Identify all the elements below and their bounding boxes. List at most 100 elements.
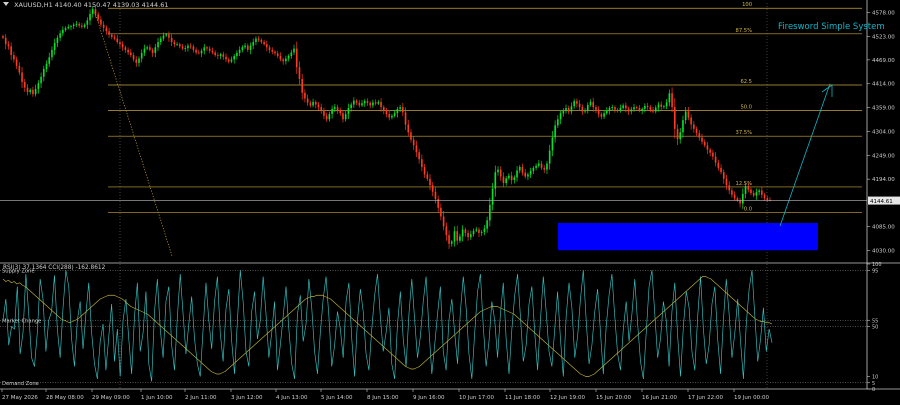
- candle-body: [165, 34, 168, 36]
- candle-body: [293, 48, 295, 53]
- time-tick-label: 3 Jun 12:00: [231, 395, 263, 401]
- candle-body: [475, 229, 478, 231]
- candle-body: [641, 108, 643, 111]
- time-tick-label: 17 Jun 22:00: [688, 395, 723, 401]
- candle-body: [486, 220, 488, 229]
- candle-body: [91, 9, 94, 14]
- candle-body: [279, 55, 282, 60]
- candle-body: [37, 83, 40, 89]
- candle-body: [151, 49, 154, 53]
- candle-body: [421, 159, 423, 168]
- candle-body: [173, 42, 176, 45]
- candle-body: [45, 63, 48, 69]
- candle-body: [81, 25, 83, 27]
- candle-body: [189, 45, 192, 47]
- candle-body: [627, 108, 630, 112]
- candle-body: [372, 102, 374, 106]
- chevron-down-icon[interactable]: [3, 2, 9, 6]
- candle-body: [113, 36, 116, 39]
- candle-body: [565, 108, 567, 111]
- candle-body: [282, 59, 284, 62]
- symbol-name: XAUUSD,H1: [14, 1, 53, 9]
- demand-rectangle-shape[interactable]: [558, 222, 818, 251]
- candle-body: [578, 103, 581, 108]
- candle-body: [255, 38, 257, 43]
- time-tick-label: 19 Jun 00:00: [734, 395, 769, 401]
- candle-body: [159, 38, 162, 43]
- candle-body: [40, 76, 42, 84]
- oscillator-tick-label: 50: [872, 325, 878, 331]
- oscillator-tick-label: 95: [872, 268, 878, 274]
- candle-body: [665, 102, 668, 107]
- candle-body: [570, 106, 573, 112]
- candle-body: [456, 231, 459, 241]
- candle-body: [418, 152, 420, 160]
- fib-level-label: 37.5%: [736, 130, 753, 136]
- candle-body: [42, 68, 45, 77]
- candle-body: [537, 163, 540, 166]
- candle-body: [260, 39, 263, 43]
- candle-body: [722, 172, 725, 179]
- candle-body: [334, 107, 336, 109]
- candle-body: [464, 229, 467, 233]
- candle-body: [731, 190, 733, 195]
- candle-body: [15, 59, 18, 66]
- candle-body: [168, 34, 170, 38]
- candle-body: [246, 45, 249, 50]
- chart-canvas[interactable]: 10087.5%62.550.037.5%12.5%0.0 4144.61457…: [0, 0, 900, 405]
- time-tick-label: 9 Jun 16:00: [413, 395, 445, 401]
- candle-body: [391, 115, 393, 118]
- candle-body: [616, 109, 619, 111]
- candle-body: [562, 110, 565, 114]
- candle-body: [295, 48, 298, 68]
- candle-body: [461, 229, 464, 237]
- candle-body: [377, 101, 380, 104]
- candle-body: [499, 169, 502, 177]
- candle-body: [70, 26, 72, 27]
- time-tick-label: 27 May 2026: [2, 395, 38, 401]
- fib-level-label: 87.5%: [736, 28, 753, 34]
- candle-body: [654, 107, 657, 112]
- candle-body: [442, 216, 445, 227]
- candle-body: [489, 204, 491, 221]
- candle-body: [268, 47, 271, 50]
- candle-body: [508, 175, 510, 179]
- candle-body: [127, 49, 129, 53]
- candle-body: [184, 48, 187, 49]
- candle-body: [532, 167, 535, 171]
- candle-body: [211, 50, 214, 53]
- time-tick-label: 8 Jun 15:00: [367, 395, 399, 401]
- candle-body: [176, 44, 178, 46]
- candle-body: [755, 192, 758, 196]
- candle-body: [415, 145, 418, 153]
- candle-body: [154, 47, 157, 53]
- time-tick-label: 2 Jun 11:00: [185, 395, 217, 401]
- time-tick-label: 15 Jun 20:00: [596, 395, 631, 401]
- candle-body: [554, 125, 556, 138]
- candle-body: [521, 167, 524, 173]
- candle-body: [752, 193, 755, 196]
- candle-body: [434, 191, 437, 200]
- candle-body: [600, 114, 603, 117]
- candle-body: [138, 58, 140, 63]
- candle-body: [581, 107, 584, 112]
- candle-body: [502, 176, 505, 184]
- demand-rectangle: [558, 222, 818, 251]
- candle-body: [178, 44, 181, 47]
- candle-body: [51, 49, 53, 58]
- candle-body: [89, 13, 91, 21]
- dotted-trendline: [94, 11, 173, 257]
- candle-body: [673, 107, 676, 129]
- candle-body: [714, 156, 717, 163]
- candle-body: [238, 49, 241, 53]
- candle-body: [586, 104, 589, 111]
- candle-body: [249, 45, 252, 50]
- candle-body: [633, 107, 635, 110]
- candle-body: [86, 20, 89, 25]
- candle-body: [402, 107, 404, 113]
- candle-body: [121, 44, 124, 48]
- candle-body: [195, 49, 197, 53]
- candle-body: [312, 101, 314, 106]
- candle-body: [429, 178, 431, 186]
- candle-body: [230, 59, 233, 62]
